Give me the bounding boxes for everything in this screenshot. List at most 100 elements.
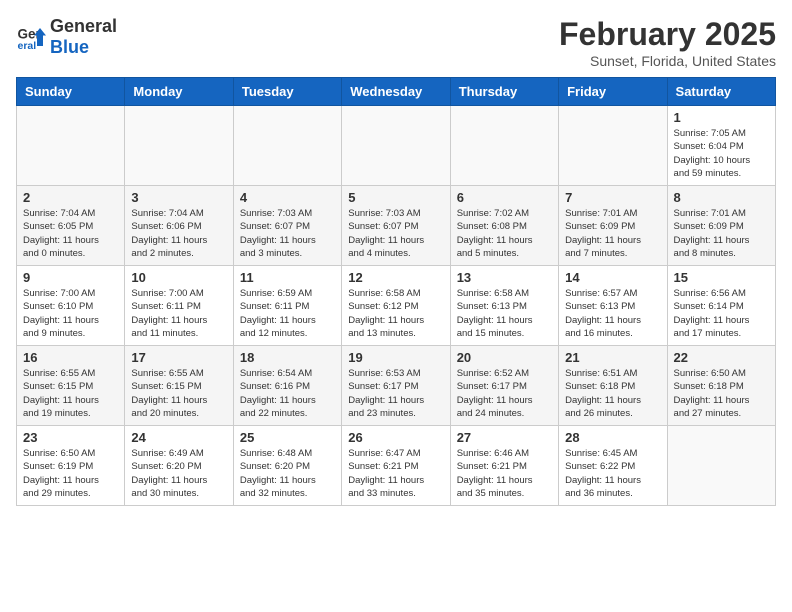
day-number: 6 [457, 190, 552, 205]
calendar-cell: 22 Sunrise: 6:50 AM Sunset: 6:18 PM Dayli… [667, 346, 775, 426]
day-info: Sunrise: 6:46 AM Sunset: 6:21 PM Dayligh… [457, 447, 552, 500]
day-number: 21 [565, 350, 660, 365]
calendar-cell: 6 Sunrise: 7:02 AM Sunset: 6:08 PM Daylig… [450, 186, 558, 266]
calendar-cell: 27 Sunrise: 6:46 AM Sunset: 6:21 PM Dayli… [450, 426, 558, 506]
day-info: Sunrise: 6:50 AM Sunset: 6:19 PM Dayligh… [23, 447, 118, 500]
day-info: Sunrise: 6:58 AM Sunset: 6:13 PM Dayligh… [457, 287, 552, 340]
day-info: Sunrise: 7:02 AM Sunset: 6:08 PM Dayligh… [457, 207, 552, 260]
header-thursday: Thursday [450, 78, 558, 106]
calendar-cell [17, 106, 125, 186]
day-number: 27 [457, 430, 552, 445]
day-number: 7 [565, 190, 660, 205]
header-tuesday: Tuesday [233, 78, 341, 106]
day-info: Sunrise: 6:57 AM Sunset: 6:13 PM Dayligh… [565, 287, 660, 340]
logo-icon: Gen eral [16, 22, 46, 52]
logo-text-blue: Blue [50, 37, 89, 57]
day-number: 15 [674, 270, 769, 285]
day-info: Sunrise: 7:05 AM Sunset: 6:04 PM Dayligh… [674, 127, 769, 180]
day-number: 18 [240, 350, 335, 365]
calendar-cell: 5Sunrise: 7:03 AM Sunset: 6:07 PM Daylig… [342, 186, 450, 266]
day-info: Sunrise: 7:00 AM Sunset: 6:10 PM Dayligh… [23, 287, 118, 340]
calendar-cell: 19Sunrise: 6:53 AM Sunset: 6:17 PM Dayli… [342, 346, 450, 426]
day-number: 28 [565, 430, 660, 445]
day-number: 23 [23, 430, 118, 445]
calendar-cell: 16 Sunrise: 6:55 AM Sunset: 6:15 PM Dayli… [17, 346, 125, 426]
header-saturday: Saturday [667, 78, 775, 106]
calendar-cell: 7 Sunrise: 7:01 AM Sunset: 6:09 PM Daylig… [559, 186, 667, 266]
week-row-0: 1 Sunrise: 7:05 AM Sunset: 6:04 PM Daylig… [17, 106, 776, 186]
calendar-cell: 2 Sunrise: 7:04 AM Sunset: 6:05 PM Daylig… [17, 186, 125, 266]
calendar-cell [450, 106, 558, 186]
header-friday: Friday [559, 78, 667, 106]
day-info: Sunrise: 6:45 AM Sunset: 6:22 PM Dayligh… [565, 447, 660, 500]
calendar-cell: 18Sunrise: 6:54 AM Sunset: 6:16 PM Dayli… [233, 346, 341, 426]
day-info: Sunrise: 7:00 AM Sunset: 6:11 PM Dayligh… [131, 287, 226, 340]
logo-text-general: General [50, 16, 117, 36]
day-number: 3 [131, 190, 226, 205]
calendar-cell: 13 Sunrise: 6:58 AM Sunset: 6:13 PM Dayli… [450, 266, 558, 346]
day-info: Sunrise: 7:01 AM Sunset: 6:09 PM Dayligh… [565, 207, 660, 260]
page-header: Gen eral General Blue February 2025 Suns… [16, 16, 776, 69]
day-info: Sunrise: 6:51 AM Sunset: 6:18 PM Dayligh… [565, 367, 660, 420]
calendar-cell: 14 Sunrise: 6:57 AM Sunset: 6:13 PM Dayli… [559, 266, 667, 346]
day-number: 9 [23, 270, 118, 285]
logo: Gen eral General Blue [16, 16, 117, 58]
calendar-table: Sunday Monday Tuesday Wednesday Thursday… [16, 77, 776, 506]
day-number: 11 [240, 270, 335, 285]
day-number: 1 [674, 110, 769, 125]
day-info: Sunrise: 6:56 AM Sunset: 6:14 PM Dayligh… [674, 287, 769, 340]
day-info: Sunrise: 7:04 AM Sunset: 6:05 PM Dayligh… [23, 207, 118, 260]
day-number: 10 [131, 270, 226, 285]
calendar-cell: 15 Sunrise: 6:56 AM Sunset: 6:14 PM Dayli… [667, 266, 775, 346]
calendar-cell: 24Sunrise: 6:49 AM Sunset: 6:20 PM Dayli… [125, 426, 233, 506]
week-row-3: 16 Sunrise: 6:55 AM Sunset: 6:15 PM Dayli… [17, 346, 776, 426]
header-monday: Monday [125, 78, 233, 106]
day-info: Sunrise: 6:49 AM Sunset: 6:20 PM Dayligh… [131, 447, 226, 500]
calendar-cell: 8 Sunrise: 7:01 AM Sunset: 6:09 PM Daylig… [667, 186, 775, 266]
day-info: Sunrise: 6:53 AM Sunset: 6:17 PM Dayligh… [348, 367, 443, 420]
day-number: 14 [565, 270, 660, 285]
day-number: 8 [674, 190, 769, 205]
calendar-cell: 9 Sunrise: 7:00 AM Sunset: 6:10 PM Daylig… [17, 266, 125, 346]
day-number: 12 [348, 270, 443, 285]
title-block: February 2025 Sunset, Florida, United St… [559, 16, 776, 69]
calendar-cell [559, 106, 667, 186]
day-info: Sunrise: 7:03 AM Sunset: 6:07 PM Dayligh… [348, 207, 443, 260]
day-number: 4 [240, 190, 335, 205]
day-info: Sunrise: 6:52 AM Sunset: 6:17 PM Dayligh… [457, 367, 552, 420]
calendar-cell [233, 106, 341, 186]
calendar-cell: 25 Sunrise: 6:48 AM Sunset: 6:20 PM Dayli… [233, 426, 341, 506]
day-info: Sunrise: 7:01 AM Sunset: 6:09 PM Dayligh… [674, 207, 769, 260]
day-info: Sunrise: 6:58 AM Sunset: 6:12 PM Dayligh… [348, 287, 443, 340]
header-sunday: Sunday [17, 78, 125, 106]
day-info: Sunrise: 7:04 AM Sunset: 6:06 PM Dayligh… [131, 207, 226, 260]
calendar-cell: 3 Sunrise: 7:04 AM Sunset: 6:06 PM Daylig… [125, 186, 233, 266]
day-number: 2 [23, 190, 118, 205]
calendar-header-row: Sunday Monday Tuesday Wednesday Thursday… [17, 78, 776, 106]
calendar-cell: 26 Sunrise: 6:47 AM Sunset: 6:21 PM Dayli… [342, 426, 450, 506]
location: Sunset, Florida, United States [559, 53, 776, 69]
calendar-cell [667, 426, 775, 506]
day-number: 26 [348, 430, 443, 445]
day-number: 13 [457, 270, 552, 285]
month-title: February 2025 [559, 16, 776, 53]
day-info: Sunrise: 6:50 AM Sunset: 6:18 PM Dayligh… [674, 367, 769, 420]
week-row-4: 23 Sunrise: 6:50 AM Sunset: 6:19 PM Dayli… [17, 426, 776, 506]
day-number: 22 [674, 350, 769, 365]
svg-text:eral: eral [18, 40, 37, 52]
day-number: 17 [131, 350, 226, 365]
day-number: 20 [457, 350, 552, 365]
calendar-cell [125, 106, 233, 186]
day-info: Sunrise: 6:55 AM Sunset: 6:15 PM Dayligh… [131, 367, 226, 420]
calendar-cell: 11Sunrise: 6:59 AM Sunset: 6:11 PM Dayli… [233, 266, 341, 346]
day-number: 25 [240, 430, 335, 445]
calendar-cell: 21 Sunrise: 6:51 AM Sunset: 6:18 PM Dayli… [559, 346, 667, 426]
day-info: Sunrise: 6:48 AM Sunset: 6:20 PM Dayligh… [240, 447, 335, 500]
day-info: Sunrise: 6:55 AM Sunset: 6:15 PM Dayligh… [23, 367, 118, 420]
day-info: Sunrise: 6:47 AM Sunset: 6:21 PM Dayligh… [348, 447, 443, 500]
calendar-cell: 28 Sunrise: 6:45 AM Sunset: 6:22 PM Dayli… [559, 426, 667, 506]
calendar-cell: 1 Sunrise: 7:05 AM Sunset: 6:04 PM Daylig… [667, 106, 775, 186]
calendar-cell: 12 Sunrise: 6:58 AM Sunset: 6:12 PM Dayli… [342, 266, 450, 346]
calendar-cell: 23 Sunrise: 6:50 AM Sunset: 6:19 PM Dayli… [17, 426, 125, 506]
day-number: 16 [23, 350, 118, 365]
